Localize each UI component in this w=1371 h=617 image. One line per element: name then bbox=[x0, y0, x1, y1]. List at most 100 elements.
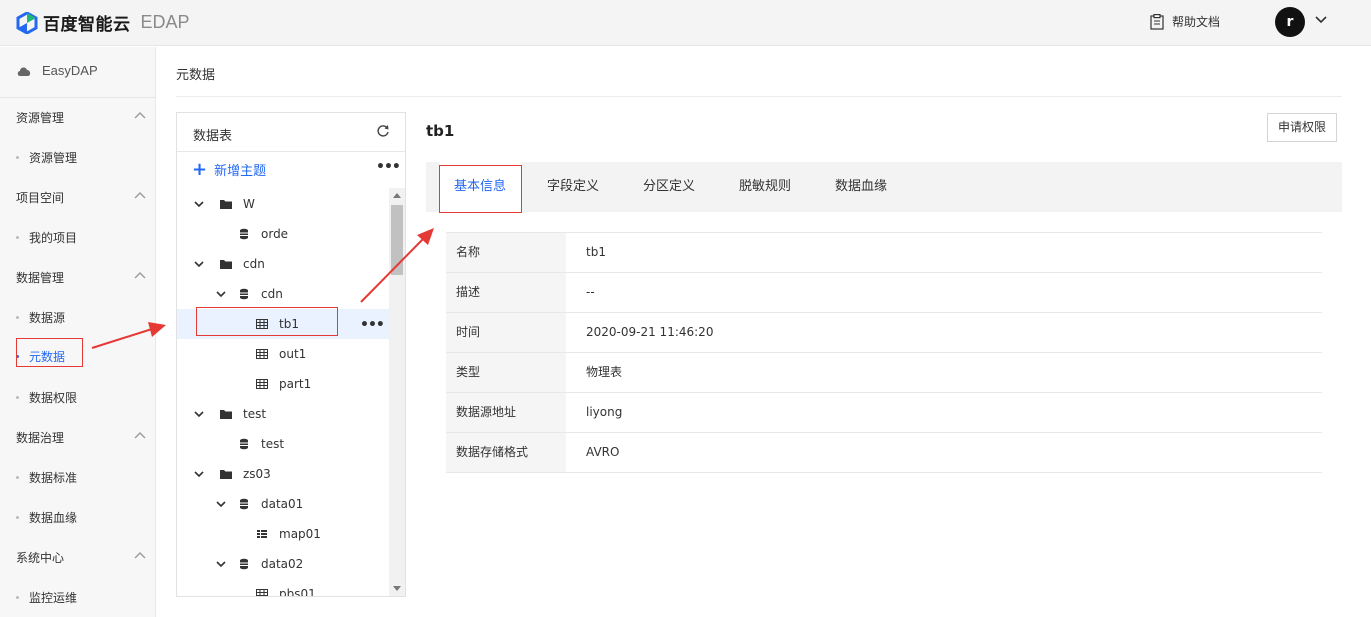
tree-node[interactable]: cdn bbox=[177, 279, 389, 309]
tab-partition-definition[interactable]: 分区定义 bbox=[643, 162, 695, 212]
tree-node[interactable]: out1 bbox=[177, 339, 389, 369]
info-value: 2020-09-21 11:46:20 bbox=[586, 325, 714, 339]
chevron-down-icon[interactable] bbox=[193, 468, 205, 480]
bullet-dot bbox=[16, 596, 19, 599]
tree-node[interactable]: test bbox=[177, 399, 389, 429]
detail-title: tb1 bbox=[426, 122, 455, 140]
tree-node[interactable]: data01 bbox=[177, 489, 389, 519]
tree-node-label: test bbox=[261, 437, 285, 451]
info-row: 数据源地址 liyong bbox=[446, 393, 1322, 433]
tab-field-definition[interactable]: 字段定义 bbox=[547, 162, 599, 212]
info-value: 物理表 bbox=[586, 365, 623, 379]
scrollbar-thumb[interactable] bbox=[391, 205, 403, 275]
scroll-up-arrow-icon[interactable] bbox=[393, 193, 401, 198]
database-icon bbox=[240, 288, 248, 300]
tree-scrollbar[interactable] bbox=[389, 188, 405, 596]
plus-icon: + bbox=[192, 158, 208, 180]
tab-masking-rules[interactable]: 脱敏规则 bbox=[739, 162, 791, 212]
chevron-down-icon[interactable] bbox=[215, 558, 227, 570]
chevron-up-icon[interactable] bbox=[134, 431, 146, 439]
table-tree-panel: 数据表 + 新增主题 ••• W orde cdn cdn tb1 ••• ou… bbox=[176, 112, 406, 597]
sidebar-item-data-permission[interactable]: 数据权限 bbox=[16, 389, 77, 406]
tree-node[interactable]: pbs01 bbox=[177, 579, 389, 597]
sidebar-group-project[interactable]: 项目空间 bbox=[16, 189, 64, 206]
sidebar-item-label: 我的项目 bbox=[29, 231, 78, 245]
sidebar-item-data-standard[interactable]: 数据标准 bbox=[16, 469, 77, 486]
chevron-down-icon[interactable] bbox=[193, 258, 205, 270]
info-key: 时间 bbox=[446, 313, 566, 352]
tree-node[interactable]: orde bbox=[177, 219, 389, 249]
chevron-down-icon[interactable] bbox=[215, 288, 227, 300]
more-icon[interactable]: ••• bbox=[376, 159, 401, 175]
chevron-up-icon[interactable] bbox=[134, 111, 146, 119]
sidebar-item-monitoring[interactable]: 监控运维 bbox=[16, 589, 77, 606]
chevron-down-icon[interactable] bbox=[193, 408, 205, 420]
cloud-icon bbox=[17, 66, 31, 76]
info-row: 时间 2020-09-21 11:46:20 bbox=[446, 313, 1322, 353]
tree-node[interactable]: test bbox=[177, 429, 389, 459]
chevron-down-icon[interactable] bbox=[1315, 15, 1327, 25]
top-bar: 百度智能云 EDAP 帮助文档 r bbox=[0, 0, 1371, 46]
sidebar-item-label: 数据标准 bbox=[29, 471, 78, 485]
sidebar-item-my-projects[interactable]: 我的项目 bbox=[16, 229, 77, 246]
sidebar-item-label: 监控运维 bbox=[29, 591, 78, 605]
user-avatar[interactable]: r bbox=[1275, 7, 1305, 37]
info-value: tb1 bbox=[586, 245, 606, 259]
chevron-up-icon[interactable] bbox=[134, 271, 146, 279]
tree-node-label: W bbox=[243, 197, 255, 211]
help-docs-label: 帮助文档 bbox=[1172, 15, 1221, 29]
basic-info-table: 名称 tb1 描述 -- 时间 2020-09-21 11:46:20 类型 物… bbox=[446, 232, 1322, 473]
tree-node-label: zs03 bbox=[243, 467, 271, 481]
tree-node-label: test bbox=[243, 407, 267, 421]
sidebar-item-data-source[interactable]: 数据源 bbox=[16, 309, 65, 326]
chevron-up-icon[interactable] bbox=[134, 191, 146, 199]
detail-tabs: 基本信息 字段定义 分区定义 脱敏规则 数据血缘 bbox=[426, 162, 1342, 212]
sidebar-divider bbox=[0, 97, 156, 98]
sidebar-item-resource-management[interactable]: 资源管理 bbox=[16, 149, 77, 166]
page-divider bbox=[176, 96, 1342, 97]
info-row: 类型 物理表 bbox=[446, 353, 1322, 393]
sidebar-item-data-lineage[interactable]: 数据血缘 bbox=[16, 509, 77, 526]
sidebar-group-data-governance[interactable]: 数据治理 bbox=[16, 429, 64, 446]
tree-node[interactable]: W bbox=[177, 189, 389, 219]
sidebar-brand[interactable]: EasyDAP bbox=[16, 63, 98, 78]
apply-permission-button[interactable]: 申请权限 bbox=[1267, 113, 1337, 142]
table-icon bbox=[256, 379, 268, 389]
info-row: 描述 -- bbox=[446, 273, 1322, 313]
add-topic-label: 新增主题 bbox=[214, 164, 267, 179]
brand-logo[interactable]: 百度智能云 EDAP bbox=[16, 10, 190, 35]
sidebar-group-system[interactable]: 系统中心 bbox=[16, 549, 64, 566]
tree-node[interactable]: map01 bbox=[177, 519, 389, 549]
sidebar-group-resource[interactable]: 资源管理 bbox=[16, 109, 64, 126]
database-icon bbox=[240, 228, 248, 240]
add-topic-button[interactable]: + 新增主题 bbox=[192, 160, 266, 179]
tree-node[interactable]: data02 bbox=[177, 549, 389, 579]
chevron-up-icon[interactable] bbox=[134, 551, 146, 559]
tree-node[interactable]: cdn bbox=[177, 249, 389, 279]
tree-node-label: cdn bbox=[261, 287, 283, 301]
refresh-icon[interactable] bbox=[376, 124, 390, 138]
more-icon[interactable]: ••• bbox=[360, 317, 385, 333]
tree-node-label: pbs01 bbox=[279, 587, 316, 597]
database-icon bbox=[240, 558, 248, 570]
tab-data-lineage[interactable]: 数据血缘 bbox=[835, 162, 887, 212]
chevron-down-icon[interactable] bbox=[193, 198, 205, 210]
sidebar: EasyDAP 资源管理 资源管理 项目空间 我的项目 数据管理 数据源 元数据… bbox=[0, 47, 156, 617]
bullet-dot bbox=[16, 396, 19, 399]
sidebar-brand-label: EasyDAP bbox=[42, 63, 98, 78]
tree-node[interactable]: zs03 bbox=[177, 459, 389, 489]
info-value: AVRO bbox=[586, 445, 620, 459]
tree-node[interactable]: part1 bbox=[177, 369, 389, 399]
chevron-down-icon[interactable] bbox=[215, 498, 227, 510]
document-icon bbox=[1150, 13, 1164, 30]
tree-node-label: part1 bbox=[279, 377, 312, 391]
help-docs-link[interactable]: 帮助文档 bbox=[1150, 13, 1220, 30]
logo-text: 百度智能云 bbox=[43, 15, 131, 35]
tree-header: 数据表 bbox=[177, 113, 405, 152]
table-icon bbox=[256, 589, 268, 596]
sidebar-group-data-management[interactable]: 数据管理 bbox=[16, 269, 64, 286]
baidu-cloud-logo-icon bbox=[16, 10, 38, 35]
bullet-dot bbox=[16, 476, 19, 479]
folder-icon bbox=[220, 260, 232, 269]
scroll-down-arrow-icon[interactable] bbox=[393, 586, 401, 591]
